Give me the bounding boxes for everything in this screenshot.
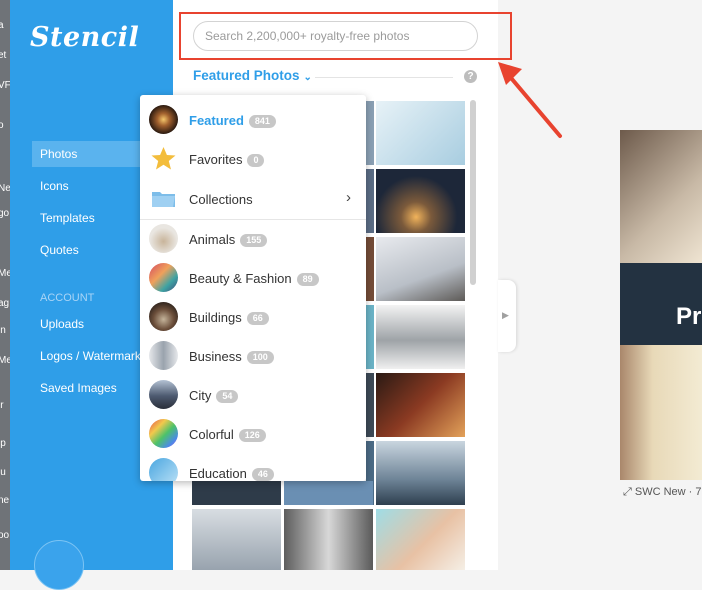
count-badge: 89 <box>296 273 319 287</box>
dropdown-item-label: Business <box>189 349 242 364</box>
featured-photos-dropdown-toggle[interactable]: Featured Photos ⌄ <box>193 68 312 83</box>
business-thumb <box>149 341 178 370</box>
sidebar-item-icons[interactable]: Icons <box>32 173 157 199</box>
canvas-preview[interactable]: Pr <box>620 130 702 480</box>
dropdown-item-label: Beauty & Fashion <box>189 271 292 286</box>
buildings-thumb <box>149 302 178 331</box>
photo-tile[interactable] <box>192 481 281 505</box>
photo-tile[interactable] <box>376 441 465 505</box>
dropdown-item-colorful[interactable]: Colorful 126 <box>140 415 366 453</box>
dropdown-item-favorites[interactable]: Favorites 0 <box>140 140 366 178</box>
dropdown-item-label: Animals <box>189 232 236 247</box>
animals-thumb <box>149 224 178 253</box>
folder-icon <box>152 192 175 207</box>
stencil-logo: Stencil <box>30 22 140 53</box>
category-dropdown-menu: Featured 841 Favorites 0 Collections › Ani… <box>140 95 366 481</box>
sidebar-item-templates[interactable]: Templates <box>32 205 157 231</box>
dropdown-item-business[interactable]: Business 100 <box>140 337 366 375</box>
dropdown-item-label: Featured <box>189 113 244 128</box>
photo-tile[interactable] <box>366 237 374 301</box>
count-badge: 155 <box>240 234 268 248</box>
account-heading: ACCOUNT <box>40 292 95 304</box>
photo-tile[interactable] <box>366 305 374 369</box>
count-badge: 66 <box>246 312 269 326</box>
photo-tile[interactable] <box>366 101 374 165</box>
city-thumb <box>149 380 178 409</box>
help-icon[interactable]: ? <box>464 70 477 83</box>
dropdown-item-beauty-fashion[interactable]: Beauty & Fashion 89 <box>140 259 366 297</box>
red-arrow-annotation <box>498 62 562 138</box>
photo-tile[interactable] <box>376 169 465 233</box>
dropdown-item-label: Favorites <box>189 152 243 167</box>
photo-tile[interactable] <box>192 509 281 570</box>
photo-tile[interactable] <box>376 373 465 437</box>
section-title-label: Featured Photos <box>193 68 300 83</box>
count-badge: 54 <box>216 390 239 404</box>
sidebar-item-uploads[interactable]: Uploads <box>32 311 157 337</box>
dropdown-item-label: Education <box>189 466 247 481</box>
count-badge: 0 <box>247 154 265 168</box>
count-badge: 100 <box>246 351 274 365</box>
photo-grid-scrollbar[interactable] <box>470 100 476 285</box>
dropdown-item-animals[interactable]: Animals 155 <box>140 220 366 258</box>
canvas-text: Pr <box>676 303 702 330</box>
background-app-strip: aetVF oNego Meagin Meirlp luneoo <box>0 0 10 570</box>
dropdown-item-label: Buildings <box>189 310 242 325</box>
count-badge: 46 <box>251 468 274 481</box>
photo-tile[interactable] <box>376 101 465 165</box>
count-badge: 841 <box>248 115 276 129</box>
dropdown-item-label: City <box>189 388 212 403</box>
count-badge: 126 <box>238 429 266 443</box>
photo-tile[interactable] <box>366 169 374 233</box>
photo-tile[interactable] <box>366 373 374 437</box>
photo-tile[interactable] <box>376 305 465 369</box>
dropdown-item-label: Colorful <box>189 427 234 442</box>
photo-tile[interactable] <box>284 509 373 570</box>
colorful-thumb <box>149 419 178 448</box>
chevron-right-icon: ▶ <box>502 310 509 320</box>
chevron-down-icon: ⌄ <box>303 72 312 83</box>
dropdown-item-buildings[interactable]: Buildings 66 <box>140 298 366 336</box>
canvas-bottom-photo <box>620 345 702 480</box>
photo-tile[interactable] <box>284 481 373 505</box>
sidebar-item-quotes[interactable]: Quotes <box>32 237 157 263</box>
dropdown-item-collections[interactable]: Collections › <box>140 180 366 218</box>
canvas-caption: ⤢ SWC New · 7 <box>623 486 702 498</box>
search-highlight-box <box>179 12 512 60</box>
star-icon <box>151 147 176 170</box>
collapse-panel-handle[interactable]: ▶ <box>498 280 516 352</box>
education-thumb <box>149 458 178 481</box>
dropdown-item-city[interactable]: City 54 <box>140 376 366 414</box>
photo-tile[interactable] <box>376 237 465 301</box>
dropdown-item-featured[interactable]: Featured 841 <box>140 101 366 139</box>
photo-tile[interactable] <box>376 509 465 570</box>
title-divider <box>315 77 453 78</box>
featured-thumb <box>149 105 178 134</box>
dropdown-item-education[interactable]: Education 46 <box>140 454 366 481</box>
chevron-right-icon: › <box>346 189 351 206</box>
beauty-fashion-thumb <box>149 263 178 292</box>
sidebar-item-saved-images[interactable]: Saved Images <box>32 375 157 401</box>
dropdown-item-label: Collections <box>189 192 253 207</box>
help-chat-button[interactable] <box>34 540 84 590</box>
canvas-top-photo <box>620 130 702 263</box>
